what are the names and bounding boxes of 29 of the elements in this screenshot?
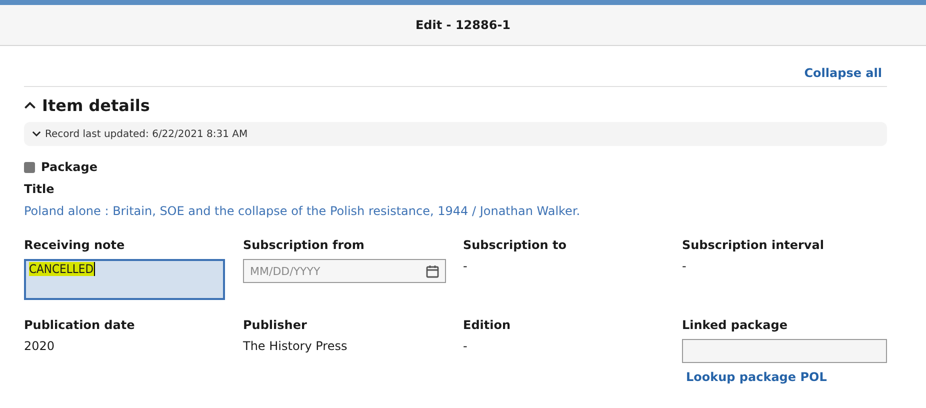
field-label: Title <box>24 182 56 196</box>
field-label: Publisher <box>243 318 307 332</box>
page-title: Edit - 12886-1 <box>415 18 511 32</box>
field-value: - <box>463 259 468 273</box>
record-bar[interactable]: Record last updated: 6/22/2021 8:31 AM <box>24 122 887 146</box>
field-value: - <box>682 259 686 273</box>
section-title: Item details <box>42 96 150 115</box>
field-label: Subscription interval <box>682 238 824 252</box>
date-field[interactable]: MM/DD/YYYY <box>243 259 446 283</box>
field-value: 2020 <box>24 339 55 353</box>
field-value: - <box>463 339 468 353</box>
field-label: Edition <box>463 318 511 332</box>
lookup-link[interactable]: Lookup package POL <box>686 370 827 384</box>
field-value: The History Press <box>243 339 348 353</box>
calendar-icon[interactable] <box>426 264 439 278</box>
field-label: Receiving note <box>24 238 125 252</box>
field-label: Publication date <box>24 318 135 332</box>
receiving-note-field[interactable]: CANCELLED <box>24 259 225 300</box>
record-text: Record last updated: 6/22/2021 8:31 AM <box>45 128 248 140</box>
chevron-icon[interactable] <box>24 102 36 110</box>
chevron-icon[interactable] <box>32 131 41 137</box>
linked-package-field[interactable] <box>682 339 887 363</box>
package-label: Package <box>41 160 98 174</box>
field-label: Linked package <box>682 318 788 332</box>
field-label: Subscription from <box>243 238 364 252</box>
title-link[interactable]: Poland alone : Britain, SOE and the collapse of the Polish resistance, 1944 / Jonathan Walker. <box>24 204 887 218</box>
field-label: Subscription to <box>463 238 566 252</box>
collapse-all-link[interactable]: Collapse all <box>804 66 882 80</box>
checkbox[interactable] <box>24 162 35 172</box>
